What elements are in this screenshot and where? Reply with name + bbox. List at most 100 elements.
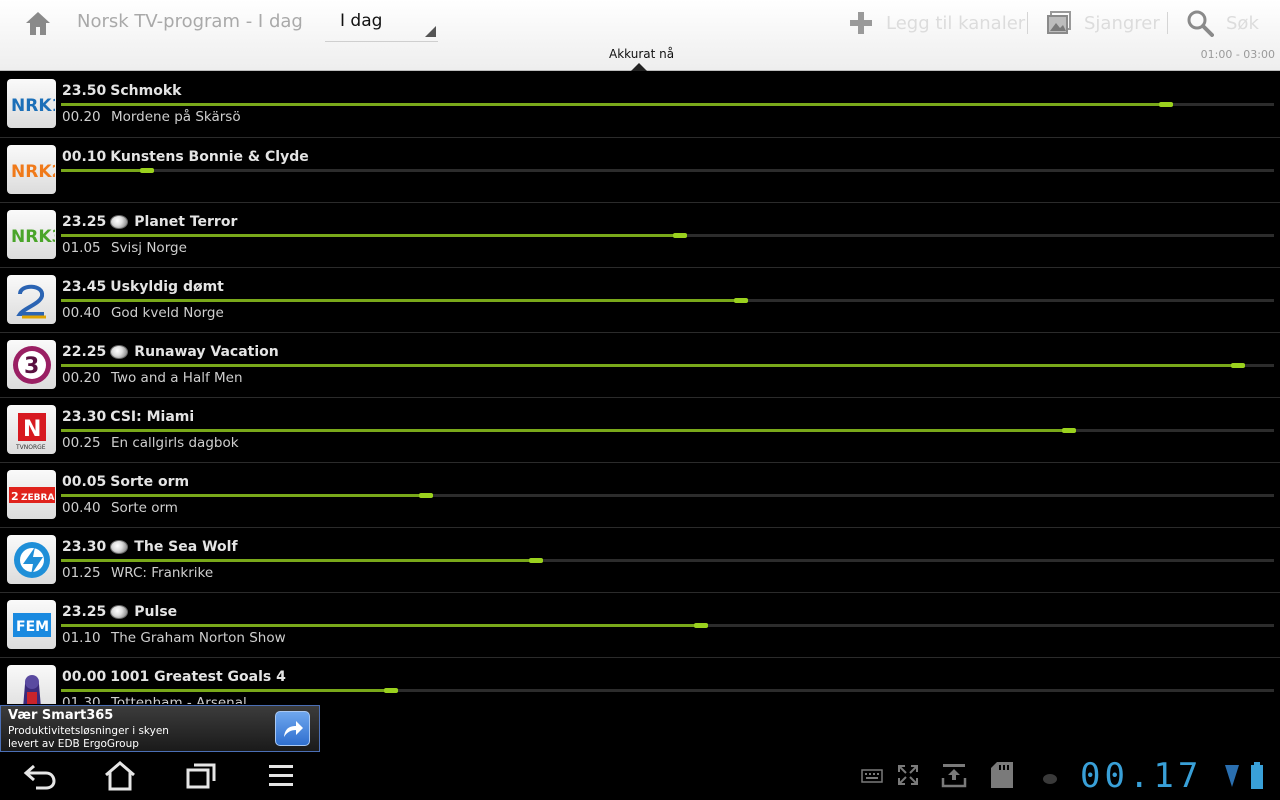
program-time: 00.05 xyxy=(62,474,107,490)
dropdown-arrow-icon xyxy=(425,26,436,37)
current-program: 23.25 Planet Terror xyxy=(62,214,237,230)
program-time: 23.25 xyxy=(62,214,107,230)
svg-text:ZEBRA: ZEBRA xyxy=(21,493,54,503)
wifi-icon xyxy=(1224,763,1240,793)
share-arrow-icon[interactable] xyxy=(275,711,310,746)
program-title: God kveld Norge xyxy=(110,305,224,321)
current-program: 00.10 Kunstens Bonnie & Clyde xyxy=(62,149,309,165)
home-nav-icon[interactable] xyxy=(103,760,137,796)
action-bar: Norsk TV-program - I dag I dag Legg til … xyxy=(0,0,1280,71)
next-program: 00.40 Sorte orm xyxy=(62,500,178,516)
current-program: 23.30 The Sea Wolf xyxy=(62,539,238,555)
next-program: 00.25 En callgirls dagbok xyxy=(62,435,239,451)
current-program: 00.00 1001 Greatest Goals 4 xyxy=(62,669,286,685)
clock: 00.17 xyxy=(1080,756,1203,796)
list-item[interactable]: NRK3 23.25 Planet Terror 01.05 Svisj Nor… xyxy=(0,202,1280,267)
list-item[interactable]: FEM 23.25 Pulse 01.10 The Graham Norton … xyxy=(0,592,1280,657)
channel-logo: 3 xyxy=(7,340,56,389)
program-time: 01.10 xyxy=(62,630,101,646)
program-title: The Sea Wolf xyxy=(134,539,238,555)
add-channels-button[interactable]: Legg til kanaler xyxy=(848,6,1025,40)
program-title: Tottenham - Arsenal xyxy=(110,695,247,704)
genres-label: Sjangrer xyxy=(1084,12,1160,34)
program-title: Mordene på Skärsö xyxy=(110,109,241,125)
search-label: Søk xyxy=(1226,12,1259,34)
program-title: CSI: Miami xyxy=(110,409,195,425)
next-program: 00.40 God kveld Norge xyxy=(62,305,224,321)
search-button[interactable]: Søk xyxy=(1186,6,1259,40)
program-time: 00.40 xyxy=(62,500,101,516)
program-title: Runaway Vacation xyxy=(134,344,279,360)
program-title: Sorte orm xyxy=(110,500,178,516)
list-item[interactable]: NRK2 00.10 Kunstens Bonnie & Clyde xyxy=(0,137,1280,202)
channel-logo: N TVNORGE xyxy=(7,405,56,454)
next-program: 01.10 The Graham Norton Show xyxy=(62,630,286,646)
program-title: Svisj Norge xyxy=(110,240,187,256)
ad-title: Vær Smart365 xyxy=(8,708,114,723)
channel-logo: NRK1 xyxy=(7,79,56,128)
add-channels-label: Legg til kanaler xyxy=(886,12,1026,34)
back-icon[interactable] xyxy=(22,760,58,796)
home-icon[interactable] xyxy=(18,8,58,38)
list-item[interactable]: NRK1 23.50 Schmokk 00.20 Mordene på Skär… xyxy=(0,72,1280,137)
program-title: The Graham Norton Show xyxy=(110,630,286,646)
svg-text:3: 3 xyxy=(24,354,39,379)
menu-icon[interactable] xyxy=(267,762,295,794)
current-program: 22.25 Runaway Vacation xyxy=(62,344,279,360)
program-time: 01.05 xyxy=(62,240,101,256)
progress-bar xyxy=(61,363,1274,368)
program-title: Sorte orm xyxy=(110,474,190,490)
film-reel-icon xyxy=(110,215,129,229)
progress-bar xyxy=(61,233,1274,238)
program-time: 00.20 xyxy=(62,109,101,125)
recent-apps-icon[interactable] xyxy=(184,761,218,795)
next-program: 01.05 Svisj Norge xyxy=(62,240,187,256)
next-program xyxy=(62,175,68,191)
next-program: 01.25 WRC: Frankrike xyxy=(62,565,213,581)
list-item[interactable]: 23.45 Uskyldig dømt 00.40 God kveld Norg… xyxy=(0,267,1280,332)
program-time: 23.30 xyxy=(62,539,107,555)
channel-list[interactable]: NRK1 23.50 Schmokk 00.20 Mordene på Skär… xyxy=(0,72,1280,704)
tv2-logo-icon xyxy=(15,284,46,318)
next-program: 01.30 Tottenham - Arsenal xyxy=(62,695,247,704)
progress-bar xyxy=(61,558,1274,563)
program-time: 00.00 xyxy=(62,669,107,685)
program-title: Two and a Half Men xyxy=(110,370,243,386)
program-time: 01.25 xyxy=(62,565,101,581)
progress-bar xyxy=(61,428,1274,433)
next-program: 00.20 Mordene på Skärsö xyxy=(62,109,241,125)
genres-button[interactable]: Sjangrer xyxy=(1046,6,1160,40)
download-icon[interactable] xyxy=(941,762,967,792)
channel-logo: NRK2 xyxy=(7,145,56,194)
program-title: Pulse xyxy=(134,604,178,620)
program-time: 00.40 xyxy=(62,305,101,321)
film-reel-icon xyxy=(110,605,129,619)
list-item[interactable]: 3 22.25 Runaway Vacation 00.20 Two and a… xyxy=(0,332,1280,397)
svg-text:TVNORGE: TVNORGE xyxy=(15,444,46,451)
day-selector[interactable]: I dag xyxy=(325,6,438,42)
list-item[interactable]: 23.30 The Sea Wolf 01.25 WRC: Frankrike xyxy=(0,527,1280,592)
program-title: WRC: Frankrike xyxy=(110,565,214,581)
progress-bar xyxy=(61,688,1274,693)
lion-logo-icon xyxy=(22,674,41,704)
program-time: 01.30 xyxy=(62,695,101,704)
channel-logo: NRK3 xyxy=(7,210,56,259)
program-time: 00.20 xyxy=(62,370,101,386)
sd-card-icon[interactable] xyxy=(989,762,1013,792)
list-item[interactable]: N TVNORGE 23.30 CSI: Miami 00.25 En call… xyxy=(0,397,1280,462)
channel-logo: 2 ZEBRA xyxy=(7,470,56,519)
fullscreen-icon[interactable] xyxy=(897,764,919,790)
search-icon xyxy=(1187,10,1214,37)
keyboard-icon[interactable] xyxy=(861,768,883,787)
film-reel-icon xyxy=(110,345,129,359)
program-time: 00.25 xyxy=(62,435,101,451)
film-reel-icon xyxy=(110,540,129,554)
picture-icon xyxy=(1047,11,1071,34)
list-item[interactable]: 00.00 1001 Greatest Goals 4 01.30 Totten… xyxy=(0,657,1280,704)
now-marker-icon xyxy=(631,63,647,71)
channel-logo xyxy=(7,665,56,704)
program-title: Schmokk xyxy=(110,83,182,99)
progress-bar xyxy=(61,493,1274,498)
ad-banner[interactable]: Vær Smart365 Produktivitetsløsninger i s… xyxy=(0,705,320,752)
list-item[interactable]: 2 ZEBRA 00.05 Sorte orm 00.40 Sorte orm xyxy=(0,462,1280,527)
